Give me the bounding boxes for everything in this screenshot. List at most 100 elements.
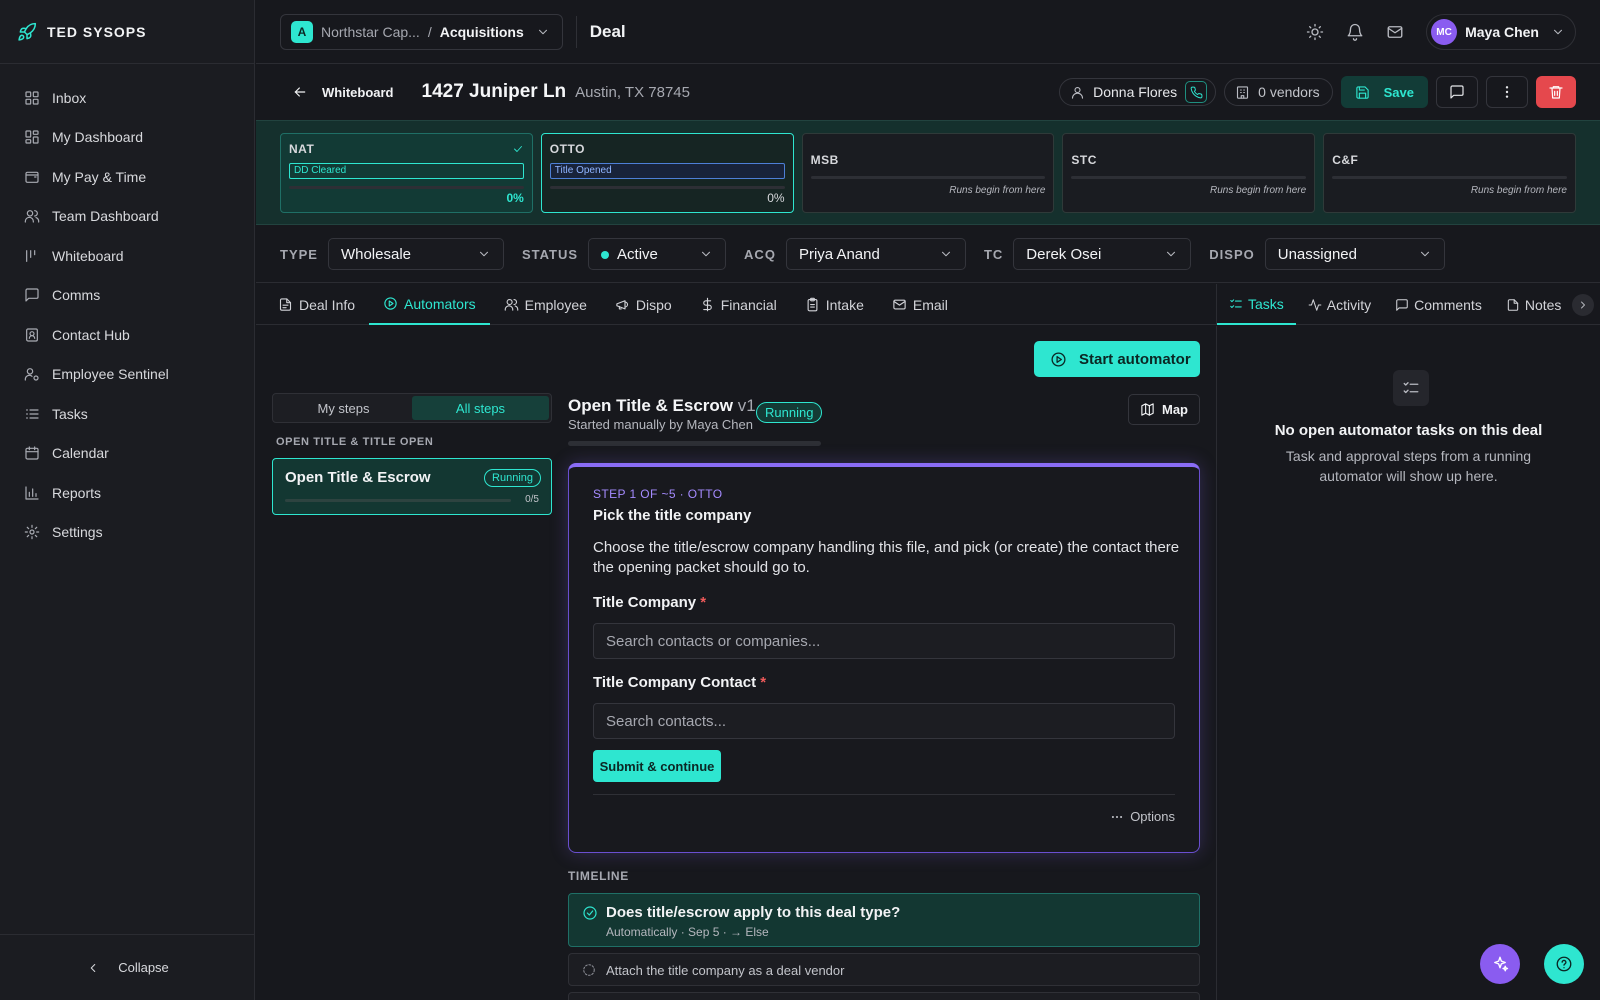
sidebar-item-label: Employee Sentinel xyxy=(52,366,169,383)
status-select[interactable]: Active xyxy=(588,238,727,270)
tab-financial[interactable]: Financial xyxy=(686,284,791,325)
file-icon xyxy=(1506,298,1520,312)
timeline-item[interactable] xyxy=(568,992,1200,1000)
tab-notes[interactable]: Notes xyxy=(1494,284,1574,325)
automator-list-item[interactable]: Open Title & Escrow Running 0/5 xyxy=(272,458,552,515)
back-label: Whiteboard xyxy=(322,84,394,100)
sidebar-item-inbox[interactable]: Inbox xyxy=(0,78,254,118)
step-kicker: STEP 1 OF ~5 · OTTO xyxy=(593,487,723,501)
my-steps-toggle[interactable]: My steps xyxy=(275,396,412,420)
chevron-down-icon xyxy=(1551,25,1565,39)
tab-employee[interactable]: Employee xyxy=(490,284,601,325)
stage-otto[interactable]: OTTO Title Opened 0% xyxy=(540,133,794,213)
tc-select[interactable]: Derek Osei xyxy=(1013,238,1192,270)
list-checks-icon xyxy=(1229,297,1243,311)
timeline-item[interactable]: Attach the title company as a deal vendo… xyxy=(568,953,1200,986)
title-contact-input[interactable]: Search contacts... xyxy=(593,703,1175,739)
gear-icon xyxy=(24,524,40,540)
tab-label: Employee xyxy=(524,296,587,313)
tab-automators[interactable]: Automators xyxy=(369,284,490,325)
sidebar-item-label: Calendar xyxy=(52,445,109,462)
org-switcher[interactable]: A Northstar Cap... / Acquisitions xyxy=(280,13,563,50)
submit-continue-button[interactable]: Submit & continue xyxy=(593,750,721,782)
brand[interactable]: TED SYSOPS xyxy=(0,0,254,64)
stage-stc[interactable]: STC Runs begin from here xyxy=(1062,133,1316,213)
tab-label: Deal Info xyxy=(299,296,356,313)
list-icon xyxy=(24,406,40,422)
bell-icon[interactable] xyxy=(1346,23,1364,41)
tab-email[interactable]: Email xyxy=(878,284,962,325)
type-label: TYPE xyxy=(280,246,318,262)
sidebar-item-settings[interactable]: Settings xyxy=(0,513,254,553)
acq-value: Priya Anand xyxy=(798,245,880,263)
phone-icon[interactable] xyxy=(1185,81,1208,103)
sidebar-item-team-dashboard[interactable]: Team Dashboard xyxy=(0,197,254,237)
sidebar-item-whiteboard[interactable]: Whiteboard xyxy=(0,236,254,276)
collapse-button[interactable]: Collapse xyxy=(0,934,255,1000)
empty-state-subtitle: Task and approval steps from a running a… xyxy=(1285,448,1532,484)
sidebar-item-label: My Pay & Time xyxy=(52,168,147,185)
org-name: Northstar Cap... xyxy=(321,23,420,40)
timeline-item[interactable]: Does title/escrow apply to this deal typ… xyxy=(568,893,1200,947)
tab-dispo[interactable]: Dispo xyxy=(601,284,686,325)
tab-label: Notes xyxy=(1524,296,1562,313)
side-tabs: Tasks Activity Comments Notes xyxy=(1216,284,1600,325)
top-bar: A Northstar Cap... / Acquisitions Deal M… xyxy=(256,0,1600,64)
stage-tracker: NAT DD Cleared 0% OTTO Title Opened 0% M… xyxy=(256,120,1600,225)
vendors-pill[interactable]: 0 vendors xyxy=(1224,78,1333,106)
tabs-scroll-right-button[interactable] xyxy=(1572,294,1594,316)
sidebar-item-tasks[interactable]: Tasks xyxy=(0,394,254,434)
stage-cf[interactable]: C&F Runs begin from here xyxy=(1323,133,1576,213)
tab-deal-info[interactable]: Deal Info xyxy=(264,284,369,325)
start-automator-button[interactable]: Start automator xyxy=(1034,341,1200,377)
sidebar-item-contact-hub[interactable]: Contact Hub xyxy=(0,315,254,355)
user-name: Maya Chen xyxy=(1465,24,1539,40)
options-button[interactable]: Options xyxy=(1110,809,1175,824)
sidebar-item-label: Whiteboard xyxy=(52,247,124,264)
sidebar-item-my-dashboard[interactable]: My Dashboard xyxy=(0,118,254,158)
sidebar-item-comms[interactable]: Comms xyxy=(0,276,254,316)
sidebar-item-calendar[interactable]: Calendar xyxy=(0,434,254,474)
sidebar-item-label: Contact Hub xyxy=(52,326,130,343)
stage-progress xyxy=(289,186,524,189)
comment-button[interactable] xyxy=(1436,76,1478,108)
map-button[interactable]: Map xyxy=(1128,394,1200,425)
activity-icon xyxy=(1308,298,1322,312)
sidebar-item-my-pay[interactable]: My Pay & Time xyxy=(0,157,254,197)
more-button[interactable] xyxy=(1486,76,1528,108)
title-company-input[interactable]: Search contacts or companies... xyxy=(593,623,1175,659)
tab-label: Activity xyxy=(1326,296,1372,313)
org-separator: / xyxy=(427,23,432,40)
chart-icon xyxy=(24,485,40,501)
back-button[interactable]: Whiteboard xyxy=(292,84,394,100)
comment-icon xyxy=(1395,298,1409,312)
save-button[interactable]: Save xyxy=(1340,76,1428,108)
deal-actions: Donna Flores 0 vendors Save xyxy=(1059,76,1576,108)
stage-nat[interactable]: NAT DD Cleared 0% xyxy=(280,133,533,213)
help-button[interactable] xyxy=(1544,944,1584,984)
tab-intake[interactable]: Intake xyxy=(791,284,878,325)
required-mark: * xyxy=(760,674,767,691)
dispo-select[interactable]: Unassigned xyxy=(1264,238,1445,270)
all-steps-toggle[interactable]: All steps xyxy=(412,396,549,420)
tab-activity[interactable]: Activity xyxy=(1296,284,1383,325)
acq-select[interactable]: Priya Anand xyxy=(785,238,966,270)
ai-assistant-button[interactable] xyxy=(1480,944,1520,984)
delete-button[interactable] xyxy=(1536,76,1576,108)
sidebar-item-label: Comms xyxy=(52,287,101,304)
input-placeholder: Search contacts or companies... xyxy=(606,632,821,650)
page-title: Deal xyxy=(589,21,626,41)
contact-pill[interactable]: Donna Flores xyxy=(1059,78,1217,106)
user-menu[interactable]: MC Maya Chen xyxy=(1426,14,1576,50)
deal-fields: TYPE Wholesale STATUS Active ACQ Priya A… xyxy=(256,226,1600,283)
mail-icon[interactable] xyxy=(1386,23,1404,41)
type-select[interactable]: Wholesale xyxy=(327,238,504,270)
tab-tasks[interactable]: Tasks xyxy=(1217,284,1296,325)
tab-label: Comments xyxy=(1414,296,1482,313)
map-icon xyxy=(1140,402,1155,417)
tab-comments[interactable]: Comments xyxy=(1383,284,1494,325)
sun-icon[interactable] xyxy=(1306,23,1324,41)
stage-msb[interactable]: MSB Runs begin from here xyxy=(801,133,1055,213)
sidebar-item-employee-sentinel[interactable]: Employee Sentinel xyxy=(0,355,254,395)
sidebar-item-reports[interactable]: Reports xyxy=(0,473,254,513)
